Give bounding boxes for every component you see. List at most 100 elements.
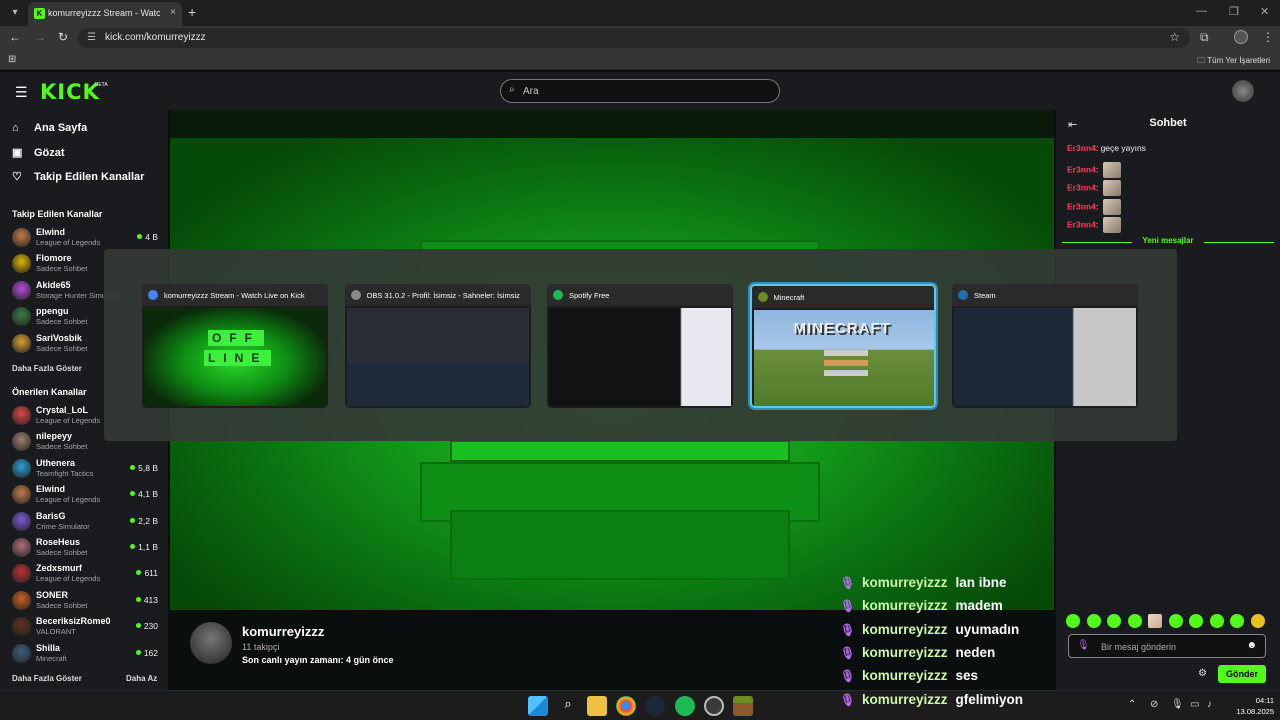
emote-icon[interactable] — [1107, 614, 1121, 628]
switcher-window-steam[interactable]: Steam — [952, 284, 1138, 408]
tab-close-icon[interactable]: × — [170, 7, 176, 18]
chat-username[interactable]: Er3nn4 — [1067, 201, 1096, 211]
channel-name: BarisG — [36, 510, 66, 521]
bookmark-star-icon[interactable]: ☆ — [1169, 30, 1180, 44]
viewer-count: 5,8 B — [130, 463, 158, 473]
new-messages-divider[interactable]: Yeni mesajlar — [1062, 236, 1274, 248]
emote-icon[interactable] — [1066, 614, 1080, 628]
emote-icon[interactable] — [1148, 614, 1162, 628]
channel-item[interactable]: BeceriksizRome0 VALORANT 230 — [12, 614, 162, 640]
window-title-bar: komurreyizzz Stream - Watch Live on Kick — [142, 284, 328, 306]
bookmarks-bar: ⊞ 🗀 Tüm Yer İşaretleri — [0, 50, 1280, 70]
switcher-window-spotify[interactable]: Spotify Free — [547, 284, 733, 408]
channel-item[interactable]: Elwind League of Legends 4 B — [12, 225, 162, 251]
switcher-window-obs[interactable]: OBS 31.0.2 - Profil: İsimsiz - Sahneler:… — [344, 284, 531, 408]
channel-item[interactable]: RoseHeus Sadece Sohbet 1,1 B — [12, 535, 162, 561]
chat-text: geçe yayıns — [1100, 143, 1146, 153]
channel-item[interactable]: BarisG Crime Simulator 2,2 B — [12, 509, 162, 535]
emote-icon[interactable] — [1189, 614, 1203, 628]
emote-icon[interactable] — [1209, 614, 1224, 628]
extensions-icon[interactable]: ⧉ — [1200, 30, 1209, 45]
spotify-icon[interactable] — [675, 696, 695, 716]
chat-username[interactable]: Er3nn4 — [1067, 143, 1096, 153]
emote-icon[interactable] — [1127, 614, 1142, 628]
window-thumbnail — [954, 308, 1136, 406]
channel-item[interactable]: Elwind League of Legends 4,1 B — [12, 482, 162, 508]
obs-icon[interactable] — [704, 696, 724, 716]
minimize-icon[interactable]: — — [1196, 5, 1207, 17]
emote-icon[interactable] — [1250, 614, 1265, 628]
channel-item[interactable]: SONER Sadece Sohbet 413 — [12, 588, 162, 614]
channel-category: Teamfight Tactics — [36, 468, 94, 478]
overlay-chat-message: 🎙 komurreyizzz madem — [840, 598, 1003, 613]
follower-count: 11 takipçi — [242, 642, 280, 652]
streamer-avatar[interactable] — [190, 622, 232, 664]
chat-message-input[interactable]: 🎙 Bir mesaj gönderin ☻ — [1068, 634, 1266, 658]
tab-search-icon[interactable]: ▾ — [6, 5, 24, 21]
emoji-icon[interactable]: ☻ — [1246, 640, 1257, 651]
search-input[interactable]: ⌕ Ara — [500, 79, 780, 103]
browser-menu-icon[interactable]: ⋮ — [1262, 30, 1274, 44]
search-icon[interactable]: ⌕ — [558, 696, 578, 716]
microphone-icon: 🎙 — [840, 576, 856, 590]
start-icon[interactable] — [528, 696, 548, 716]
channel-category: League of Legends — [36, 574, 101, 584]
sidebar-nav-browse[interactable]: ▣ Gözat — [12, 146, 65, 159]
clock[interactable]: 04:11 13.08.2025 — [1222, 695, 1274, 717]
sidebar-nav-heart[interactable]: ♡ Takip Edilen Kanallar — [12, 170, 144, 183]
chat-colon: : — [1095, 219, 1101, 230]
channel-item[interactable]: Uthenera Teamfight Tactics 5,8 B — [12, 456, 162, 482]
emote-icon[interactable] — [1168, 614, 1183, 628]
restore-icon[interactable]: ❐ — [1229, 5, 1239, 18]
kick-logo[interactable]: KICK — [40, 80, 100, 104]
apps-grid-icon[interactable]: ⊞ — [8, 54, 16, 65]
channel-name: ppengu — [36, 306, 69, 317]
sidebar-nav-home[interactable]: ⌂ Ana Sayfa — [12, 122, 87, 134]
window-title: Spotify Free — [569, 291, 610, 300]
file-explorer-icon[interactable] — [587, 696, 607, 716]
forward-icon[interactable]: → — [34, 30, 46, 44]
show-less[interactable]: Daha Az — [126, 674, 157, 683]
site-info-icon[interactable]: ☰ — [87, 32, 96, 43]
close-window-icon[interactable]: ✕ — [1260, 5, 1269, 18]
channel-item[interactable]: Zedxsmurf League of Legends 611 — [12, 561, 162, 587]
chat-username[interactable]: Er3nn4 — [1067, 219, 1096, 229]
sidebar-nav-label: Takip Edilen Kanallar — [34, 171, 145, 183]
reload-icon[interactable]: ↻ — [58, 30, 68, 44]
network-off-icon[interactable]: ⊘ — [1150, 699, 1158, 710]
user-avatar[interactable] — [1232, 80, 1254, 102]
followed-show-more[interactable]: Daha Fazla Göster — [12, 364, 82, 373]
browser-profile-avatar[interactable] — [1234, 30, 1248, 44]
overlay-username: komurreyizzz — [862, 598, 948, 614]
steam-icon[interactable] — [645, 696, 665, 716]
taskbar: ⌕ ⌃ ⊘ 🎙 ▭ ♪ 04:11 13.08.2025 — [0, 690, 1280, 720]
browser-tab[interactable]: K komurreyizzz Stream - Watch Live on Ki… — [28, 2, 182, 26]
switcher-window-minecraft[interactable]: Minecraft MINECRAFT — [749, 284, 936, 408]
send-button[interactable]: Gönder — [1218, 665, 1266, 683]
spotify-icon — [553, 290, 563, 300]
channel-item[interactable]: Shilla Minecraft 162 — [12, 641, 162, 667]
suggested-show-more[interactable]: Daha Fazla Göster — [12, 674, 82, 683]
all-bookmarks[interactable]: 🗀 Tüm Yer İşaretleri — [1197, 55, 1270, 69]
overlay-username: komurreyizzz — [862, 668, 948, 684]
new-tab-button[interactable]: + — [188, 4, 196, 20]
viewer-count: 230 — [136, 621, 158, 631]
channel-avatar — [12, 406, 31, 425]
back-icon[interactable]: ← — [9, 30, 21, 44]
tray-expand-icon[interactable]: ⌃ — [1128, 699, 1136, 710]
minecraft-icon[interactable] — [733, 696, 753, 716]
switcher-window-chrome[interactable]: komurreyizzz Stream - Watch Live on Kick… — [142, 284, 328, 408]
volume-icon[interactable]: ♪ — [1207, 699, 1212, 710]
emote-icon[interactable] — [1230, 614, 1244, 628]
overlay-text: uyumadın — [955, 621, 1020, 637]
url-field[interactable]: ☰ kick.com/komurreyizzz ☆ — [78, 28, 1190, 48]
microphone-tray-icon[interactable]: 🎙 — [1171, 699, 1184, 710]
streamer-name[interactable]: komurreyizzz — [242, 624, 324, 639]
chrome-icon[interactable] — [616, 696, 636, 716]
chat-username[interactable]: Er3nn4 — [1067, 182, 1096, 192]
display-icon[interactable]: ▭ — [1190, 699, 1199, 710]
emote-icon[interactable] — [1086, 614, 1101, 628]
menu-icon[interactable]: ☰ — [15, 84, 28, 101]
chat-username[interactable]: Er3nn4 — [1067, 164, 1096, 174]
chat-settings-icon[interactable]: ⚙ — [1198, 668, 1207, 679]
